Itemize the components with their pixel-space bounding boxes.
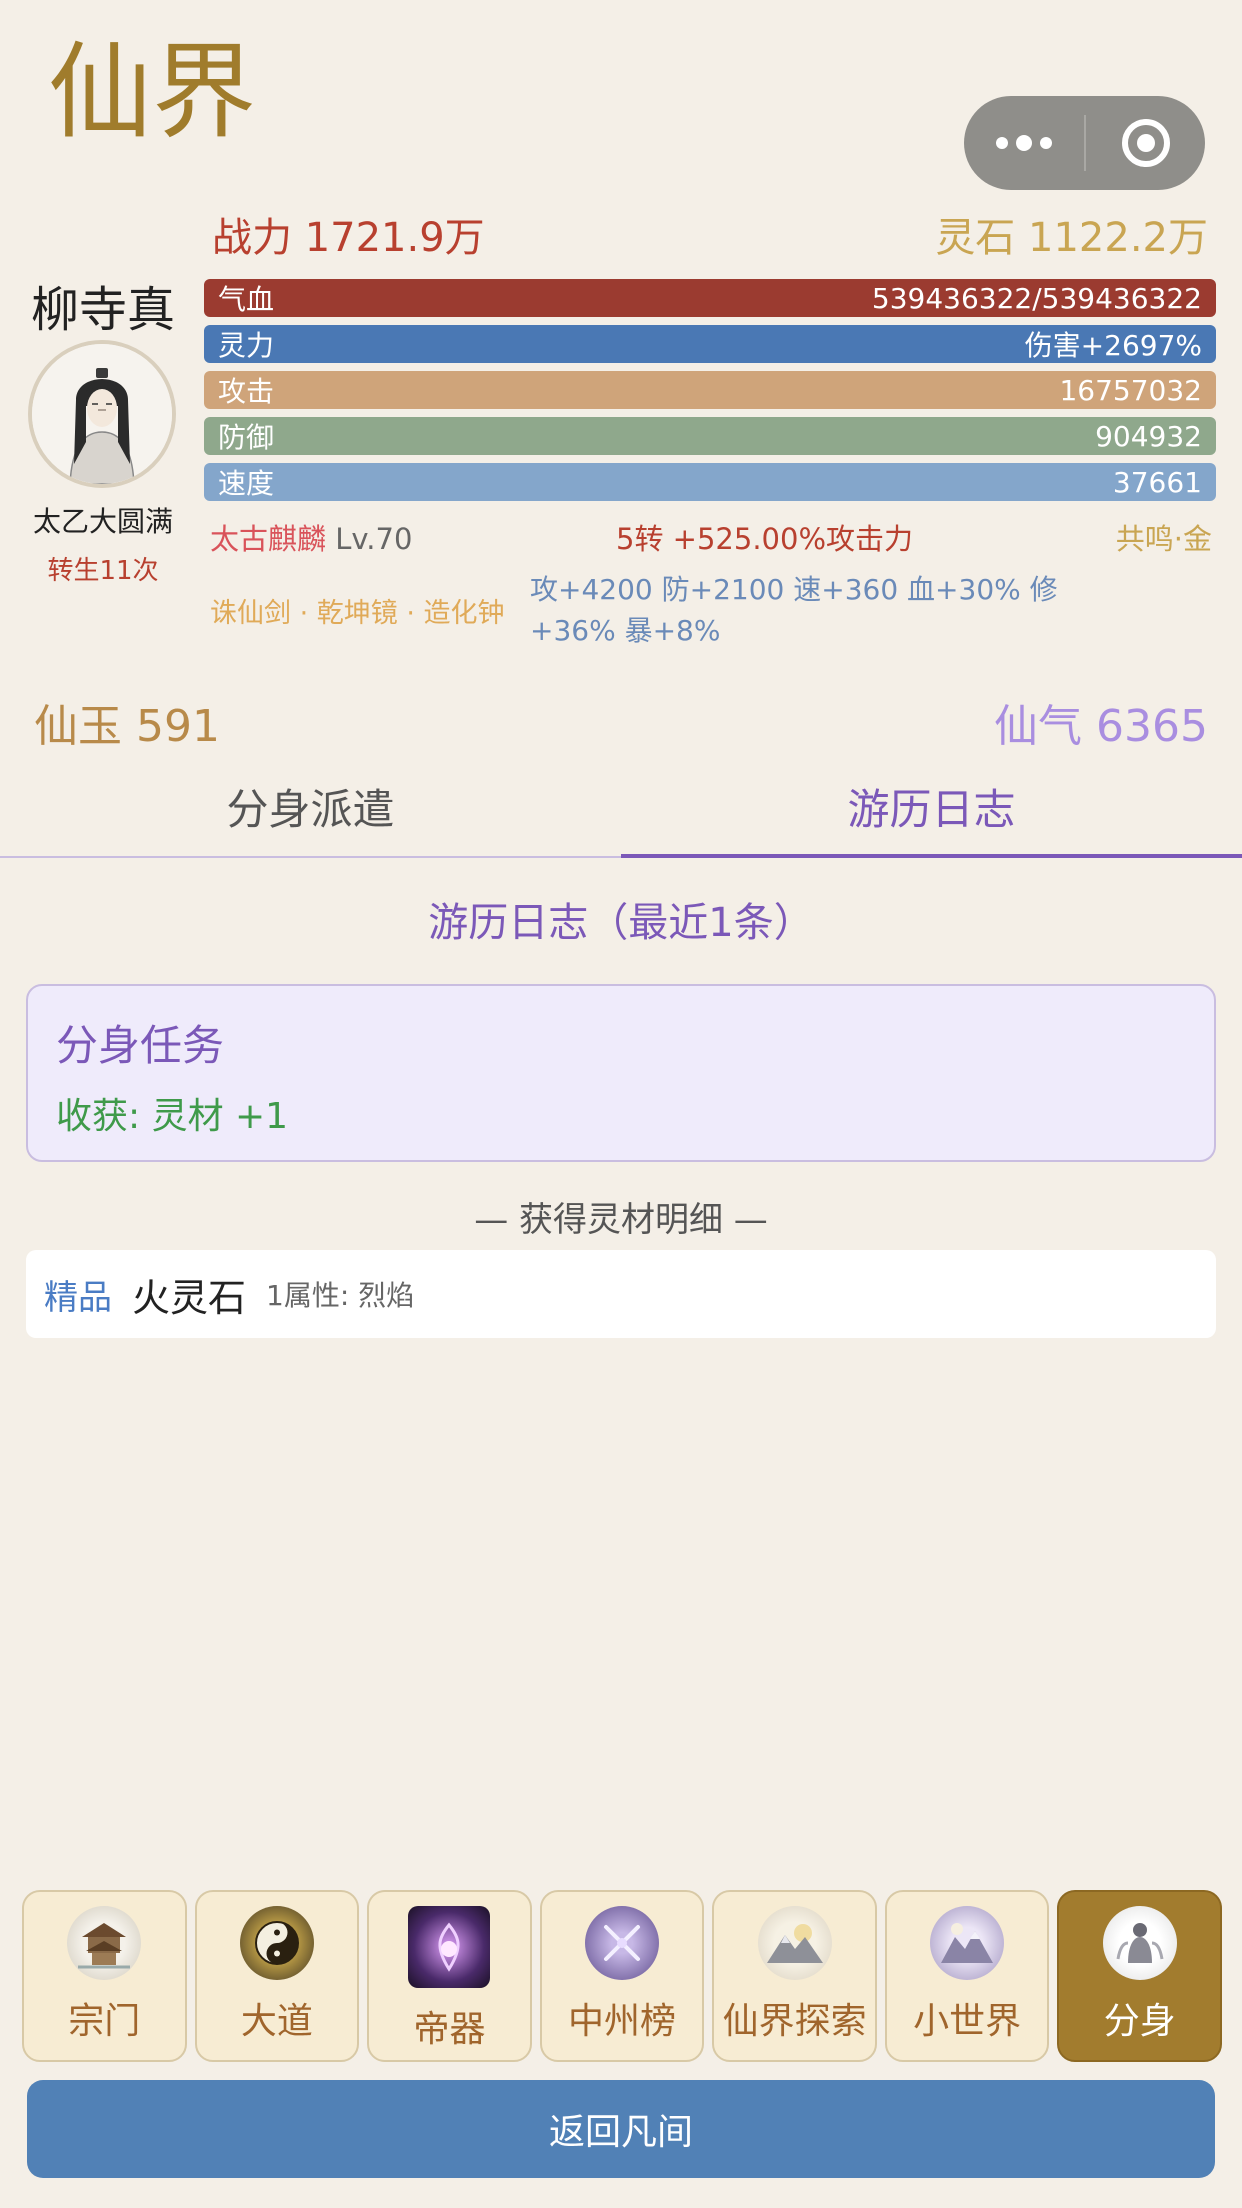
close-miniprogram-button[interactable]	[1086, 96, 1205, 190]
stat-bars: 气血 539436322/539436322 灵力 伤害+2697% 攻击 16…	[204, 279, 1216, 509]
taiji-icon	[239, 1906, 314, 1980]
nav-sect-button[interactable]: 宗门	[22, 1890, 187, 2062]
qi-count: 仙气 6365	[994, 701, 1208, 752]
nav-zhongzhou-rank-label: 中州榜	[568, 2001, 677, 2042]
tab-log[interactable]: 游历日志	[621, 770, 1242, 858]
bottom-nav: 宗门 大道 帝器 中州榜 仙界探索 小世界 分身	[22, 1890, 1223, 2062]
nav-explore-button[interactable]: 仙界探索	[712, 1890, 877, 2062]
artifact-icon	[408, 1906, 491, 1988]
hp-label: 气血	[218, 283, 275, 316]
log-entry-gain: 收获: 灵材 +1	[56, 1096, 289, 1137]
defense-bar: 防御 904932	[204, 417, 1216, 455]
mp-value: 伤害+2697%	[1024, 329, 1202, 362]
spirit-stone-count: 灵石 1122.2万	[935, 215, 1208, 261]
clone-icon	[1102, 1906, 1177, 1980]
combat-power: 战力 1721.9万	[212, 215, 485, 261]
page-title: 仙界	[48, 31, 257, 153]
tab-bar: 分身派遣 游历日志	[0, 770, 1242, 858]
nav-emperor-artifact-button[interactable]: 帝器	[367, 1890, 532, 2062]
nav-zhongzhou-rank-button[interactable]: 中州榜	[539, 1890, 705, 2062]
return-to-mortal-world-button[interactable]: 返回凡间	[27, 2080, 1215, 2178]
speed-label: 速度	[218, 467, 275, 500]
hp-bar: 气血 539436322/539436322	[204, 279, 1216, 317]
beast-info: 太古麒麟 Lv.70 5转 +525.00%攻击力 共鸣·金	[210, 516, 1212, 556]
attack-label: 攻击	[218, 375, 275, 408]
nav-small-world-button[interactable]: 小世界	[884, 1890, 1050, 2062]
item-quality: 精品	[44, 1277, 112, 1318]
nav-explore-label: 仙界探索	[722, 2001, 867, 2042]
attack-bar: 攻击 16757032	[204, 371, 1216, 409]
beast-name: 太古麒麟	[210, 522, 327, 556]
avatar[interactable]	[28, 340, 176, 488]
nav-dao-label: 大道	[240, 2001, 313, 2042]
rebirth-count: 转生11次	[47, 556, 159, 586]
more-icon[interactable]	[964, 96, 1084, 190]
material-detail-title: — 获得灵材明细 —	[474, 1200, 768, 1240]
resonance: 共鸣·金	[1115, 522, 1212, 556]
cultivation-realm: 太乙大圆满	[32, 505, 173, 538]
log-title: 游历日志（最近1条）	[428, 900, 814, 946]
temple-icon	[67, 1906, 142, 1980]
defense-value: 904932	[1095, 419, 1202, 453]
mp-bar: 灵力 伤害+2697%	[204, 325, 1216, 363]
mountain-icon	[757, 1906, 832, 1980]
mp-label: 灵力	[218, 329, 275, 362]
crossed-swords-icon	[585, 1906, 660, 1980]
artifact-names[interactable]: 诛仙剑 · 乾坤镜 · 造化钟	[210, 591, 505, 630]
attack-value: 16757032	[1059, 373, 1202, 407]
world-icon	[930, 1906, 1005, 1980]
defense-label: 防御	[218, 421, 275, 454]
target-icon	[1121, 119, 1170, 167]
tab-dispatch[interactable]: 分身派遣	[0, 770, 621, 856]
log-entry-title: 分身任务	[56, 1021, 225, 1070]
material-item-row: 精品 火灵石 1属性: 烈焰	[26, 1250, 1216, 1338]
item-name: 火灵石	[132, 1275, 247, 1320]
item-attribute: 1属性: 烈焰	[266, 1279, 415, 1312]
nav-clone-button[interactable]: 分身	[1057, 1890, 1223, 2062]
artifact-bonus: 攻+4200 防+2100 速+360 血+30% 修+36% 暴+8%	[530, 573, 1058, 647]
portrait-icon	[32, 344, 172, 484]
miniprogram-capsule	[964, 96, 1205, 190]
beast-level: Lv.70	[335, 522, 413, 556]
speed-bar: 速度 37661	[204, 463, 1216, 501]
log-entry: 分身任务 收获: 灵材 +1	[26, 984, 1216, 1162]
hp-value: 539436322/539436322	[871, 281, 1202, 315]
beast-bonus: 5转 +525.00%攻击力	[616, 522, 913, 556]
nav-sect-label: 宗门	[68, 2001, 141, 2042]
nav-clone-label: 分身	[1103, 2001, 1176, 2042]
nav-dao-button[interactable]: 大道	[194, 1890, 360, 2062]
player-name: 柳寺真	[30, 282, 175, 338]
speed-value: 37661	[1112, 465, 1202, 499]
beast-name-group[interactable]: 太古麒麟 Lv.70	[210, 516, 412, 558]
nav-small-world-label: 小世界	[913, 2001, 1022, 2042]
jade-count: 仙玉 591	[34, 701, 220, 752]
nav-emperor-artifact-label: 帝器	[413, 2009, 486, 2050]
